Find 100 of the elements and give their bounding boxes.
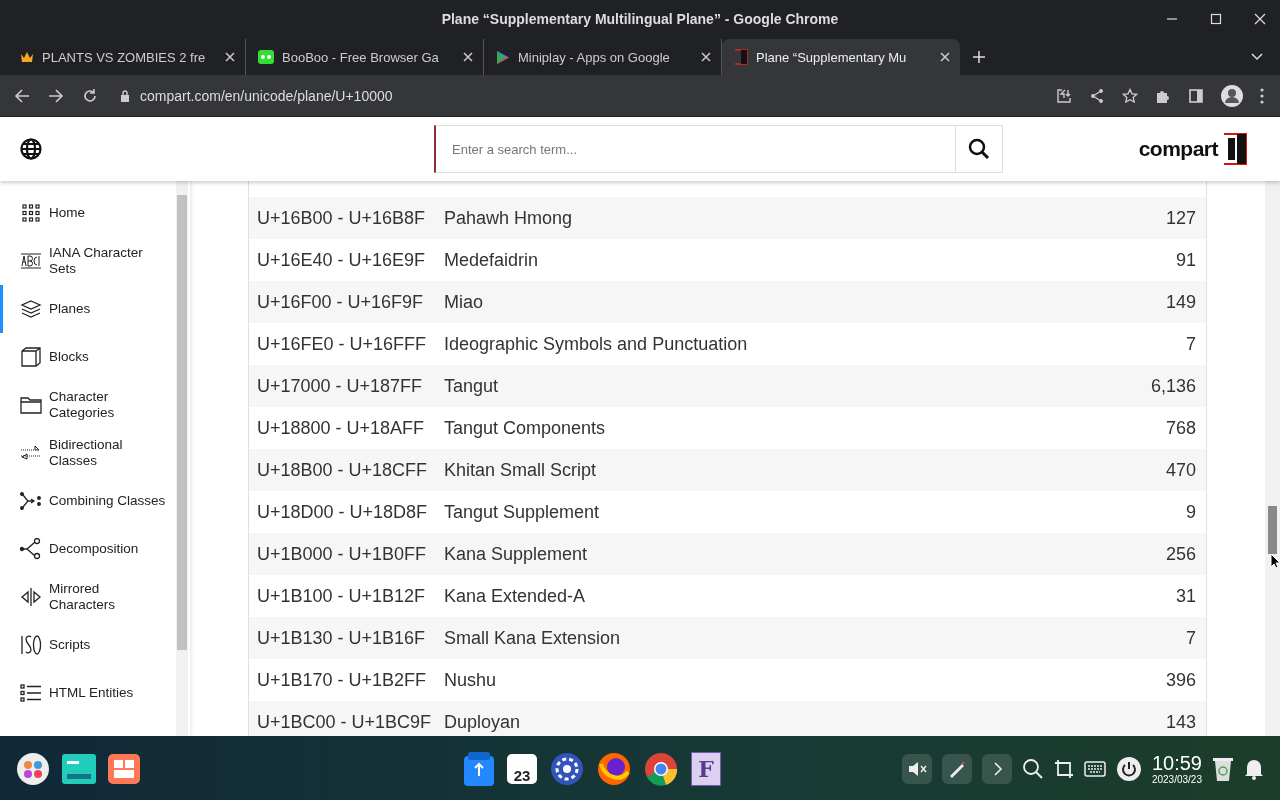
layers-icon [19, 299, 43, 319]
muted-speaker-icon[interactable] [901, 753, 932, 784]
app-grid-icon[interactable] [108, 753, 140, 784]
nav-item[interactable]: Blocks [0, 333, 176, 381]
list-icon [19, 683, 43, 703]
tab-title: BooBoo - Free Browser Ga [282, 49, 440, 65]
search-button[interactable] [955, 125, 1003, 173]
clock-time[interactable]: 10:59 [1151, 752, 1202, 774]
play-triangle-icon [496, 49, 510, 65]
table-row[interactable]: U+16B00 - U+16B8F Pahawh Hmong 127 [249, 197, 1206, 239]
tab-title: PLANTS VS ZOMBIES 2 fre [42, 49, 207, 65]
chrome-icon[interactable] [644, 751, 678, 786]
browser-tab[interactable]: Plane “Supplementary Mu [722, 39, 960, 75]
nav-item[interactable]: Home [0, 189, 176, 237]
table-cell: 6,136 [1150, 375, 1196, 397]
launcher-icon[interactable] [16, 751, 50, 786]
table-row[interactable]: U+16E40 - U+16E9F Medefaidrin 91 [249, 239, 1206, 281]
star-icon[interactable] [1122, 87, 1138, 104]
install-icon[interactable] [1056, 87, 1072, 104]
mirror-icon [19, 587, 43, 607]
table-cell-text: U+1B130 - U+1B16F [257, 627, 427, 649]
back-icon[interactable] [14, 87, 30, 104]
nav-item[interactable]: Scripts [0, 621, 176, 669]
table-row[interactable]: U+1B130 - U+1B16F Small Kana Extension 7 [249, 617, 1206, 659]
search-icon[interactable] [1021, 757, 1044, 780]
table-cell-text: Medefaidrin [444, 249, 540, 271]
table-row[interactable]: U+1BC00 - U+1BC9F Duployan 143 [249, 701, 1206, 736]
table-cell-text: Kana Extended-A [444, 585, 587, 607]
table-cell: 9 [1186, 501, 1196, 523]
window-title: Plane “Supplementary Multilingual Plane” - Google Chrome [441, 11, 839, 27]
avatar-icon[interactable] [1221, 84, 1243, 107]
calendar-icon[interactable]: 23 [507, 753, 537, 784]
folder-icon [19, 395, 43, 415]
bell-icon[interactable] [1244, 757, 1264, 780]
table-row[interactable]: U+18800 - U+18AFF Tangut Components 768 [249, 407, 1206, 449]
font-app-icon[interactable]: F [691, 751, 721, 786]
fork-icon [19, 538, 43, 560]
close-icon[interactable] [1254, 13, 1266, 25]
nav-item[interactable]: Mirrored Characters [0, 573, 176, 621]
table-cell-text: Khitan Small Script [444, 459, 598, 481]
lock-icon[interactable] [120, 89, 130, 102]
chevron-right-icon[interactable] [981, 753, 1012, 784]
search-field[interactable]: Enter a search term... [434, 125, 955, 173]
app-store-icon[interactable] [464, 751, 494, 786]
settings-icon[interactable] [550, 751, 584, 786]
scrollbar[interactable] [1265, 181, 1280, 736]
side-panel-icon[interactable] [1188, 87, 1204, 104]
game-controller-icon [258, 50, 274, 64]
globe-icon[interactable] [20, 138, 42, 160]
power-icon[interactable] [1115, 755, 1142, 782]
address-field[interactable]: compart.com/en/unicode/plane/U+10000 [140, 87, 740, 104]
file-manager-icon[interactable] [62, 753, 96, 784]
reload-icon[interactable] [82, 87, 98, 104]
new-tab-icon[interactable] [972, 50, 986, 64]
close-icon[interactable] [225, 52, 235, 62]
table-row[interactable]: U+17000 - U+187FF Tangut 6,136 [249, 365, 1206, 407]
chevron-down-icon[interactable] [1250, 52, 1264, 62]
pen-icon[interactable] [941, 753, 972, 784]
table-row[interactable]: U+1B170 - U+1B2FF Nushu 396 [249, 659, 1206, 701]
close-icon[interactable] [463, 52, 473, 62]
table-cell-text: Tangut Components [444, 417, 607, 439]
mouse-pointer-icon [1270, 553, 1280, 569]
clock-date[interactable]: 2023/03/23 [1151, 774, 1202, 785]
table-cell-text: U+1BC00 - U+1BC9F [257, 711, 433, 733]
table-cell-text: Pahawh Hmong [444, 207, 574, 229]
table-row[interactable]: U+1B100 - U+1B12F Kana Extended-A 31 [249, 575, 1206, 617]
maximize-icon[interactable] [1210, 13, 1222, 25]
table-row[interactable]: U+1B000 - U+1B0FF Kana Supplement 256 [249, 533, 1206, 575]
letters-icon [19, 251, 43, 271]
table-cell: 256 [1165, 543, 1196, 565]
table-cell: 396 [1165, 669, 1196, 691]
trash-icon[interactable] [1212, 755, 1234, 782]
crown-icon [20, 51, 34, 63]
close-icon[interactable] [701, 52, 711, 62]
table-cell-text: Tangut [444, 375, 500, 397]
letters-icon [19, 634, 43, 656]
table-row[interactable]: U+16FE0 - U+16FFF Ideographic Symbols and Punctuation 7 [249, 323, 1206, 365]
logo-text[interactable]: compart [1138, 137, 1218, 161]
tab-title: Miniplay - Apps on Google [518, 49, 671, 65]
keyboard-icon[interactable] [1083, 760, 1106, 777]
cube-icon [19, 346, 43, 368]
close-icon[interactable] [940, 52, 950, 62]
nav-item[interactable]: Bidirectional Classes [0, 429, 176, 477]
scrollbar[interactable] [176, 181, 188, 736]
table-row[interactable]: U+16F00 - U+16F9F Miao 149 [249, 281, 1206, 323]
firefox-icon[interactable] [597, 751, 631, 786]
table-cell: 149 [1165, 291, 1196, 313]
screenshot-icon[interactable] [1053, 758, 1074, 779]
nav-item[interactable]: HTML Entities [0, 669, 176, 717]
table-row[interactable]: U+18D00 - U+18D8F Tangut Supplement 9 [249, 491, 1206, 533]
nav-item[interactable]: Character Categories [0, 381, 176, 429]
forward-icon[interactable] [48, 87, 64, 104]
logo-icon[interactable] [1222, 133, 1248, 165]
table-row[interactable]: U+18B00 - U+18CFF Khitan Small Script 470 [249, 449, 1206, 491]
share-icon[interactable] [1089, 87, 1105, 104]
menu-icon[interactable] [1260, 87, 1264, 104]
nav-item[interactable]: IANA Character Sets [0, 237, 176, 285]
nav-item[interactable]: Combining Classes [0, 477, 176, 525]
nav-item[interactable]: Decomposition [0, 525, 176, 573]
table-cell: 91 [1175, 249, 1196, 271]
